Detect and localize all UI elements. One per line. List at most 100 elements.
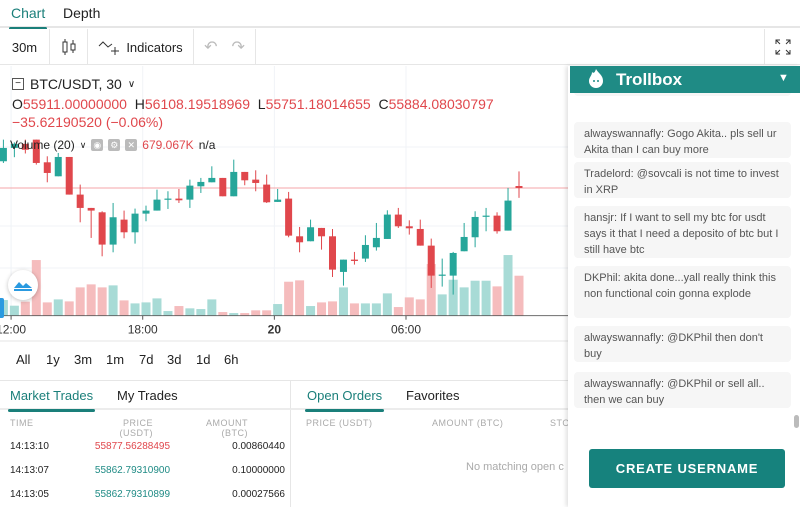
candle-body [515,186,523,188]
redo-icon[interactable]: ↷ [232,37,245,57]
volume-bar [415,299,425,316]
volume-bar [382,293,392,316]
volume-bar [251,310,261,316]
volume-bar [64,301,74,316]
tab-favorites[interactable]: Favorites [406,388,459,403]
trades-tabs: Market Trades My Trades [0,380,290,412]
candle-body [449,252,457,276]
scroll-handle[interactable] [0,298,4,318]
trade-price: 55862.79310900 [94,465,170,476]
candle-body [54,156,62,177]
volume-bar [328,301,337,316]
volume-bar [42,302,52,316]
fullscreen-icon [775,39,790,55]
volume-legend: Volume (20) ∨ ◉ ⚙ ✕ 679.067K n/a [10,138,215,152]
col-order-amount: AMOUNT (BTC) [432,418,504,428]
indicators-icon [98,41,120,55]
candle-body [383,214,391,239]
volume-bar [437,294,447,316]
candle-body [482,215,490,217]
range-1d[interactable]: 1d [196,352,210,367]
eye-icon[interactable]: ◉ [91,139,104,151]
candle-body [153,199,161,211]
volume-bar [360,303,370,316]
candle-body [252,179,260,183]
candle-body [175,198,183,201]
candle-body [318,227,326,237]
candlestick-icon [62,39,75,55]
trade-time: 14:13:05 [10,489,49,500]
range-selector: All 1y 3m 1m 7d 3d 1d 6h [0,350,570,374]
volume-bar [75,287,85,316]
tab-market-trades[interactable]: Market Trades [7,388,96,412]
candle-body [350,259,358,261]
orders-tabs: Open Orders Favorites [290,380,570,412]
candle-body [120,219,128,233]
interval-button[interactable]: 30m [0,29,50,65]
range-All[interactable]: All [16,352,30,367]
volume-ma-value: n/a [198,138,216,152]
volume-bar [152,298,162,316]
volume-bar [393,307,403,316]
create-username-button[interactable]: CREATE USERNAME [589,449,785,488]
volume-bar [97,287,107,316]
fullscreen-button[interactable] [764,29,800,65]
candle-body [241,171,249,181]
volume-bar [53,299,63,316]
candle-body [493,215,501,232]
volume-bar [119,300,129,316]
volume-bar [141,302,151,316]
trollbox-header[interactable]: Trollbox ▼ [570,66,800,93]
tab-open-orders[interactable]: Open Orders [304,388,385,412]
range-3m[interactable]: 3m [74,352,92,367]
candle-body [394,214,402,227]
volume-bar [371,303,381,316]
volume-bar [207,299,217,316]
range-6h[interactable]: 6h [224,352,238,367]
candle-body [339,259,347,272]
range-3d[interactable]: 3d [167,352,181,367]
candle-body [142,210,150,214]
tab-chart[interactable]: Chart [8,5,48,30]
chevron-down-icon[interactable]: ∨ [80,140,87,151]
candle-body [274,199,282,202]
col-price: PRICE (USDT) [119,418,153,438]
range-7d[interactable]: 7d [139,352,153,367]
volume-bar [9,305,19,316]
chevron-down-icon[interactable]: ∨ [128,79,135,90]
candle-body [219,177,227,197]
candle-body [329,236,336,270]
range-1y[interactable]: 1y [46,352,60,367]
volume-bar [108,285,118,316]
trade-price: 55862.79310899 [94,489,170,500]
col-order-price: PRICE (USDT) [306,418,373,428]
tab-my-trades[interactable]: My Trades [117,388,178,403]
volume-bar [349,303,359,316]
close-icon[interactable]: ✕ [125,139,138,151]
indicators-button[interactable]: Indicators [88,29,194,65]
time-tick-label: 20 [268,323,282,337]
candle-body [307,227,315,242]
symbol-label[interactable]: BTC/USDT, 30 [30,76,122,92]
tradingview-logo[interactable] [8,270,38,300]
chat-message: alwayswannafly: @DKPhil then don't buy [574,326,791,362]
volume-label[interactable]: Volume (20) [10,138,75,152]
trollbox-title: Trollbox [616,70,683,89]
undo-icon[interactable]: ↶ [204,37,217,57]
candle-body [131,213,139,233]
trade-time: 14:13:07 [10,465,49,476]
candle-body [197,181,205,187]
collapse-legend-icon[interactable]: − [12,78,24,90]
candle-body [460,236,468,252]
caret-down-icon[interactable]: ▼ [778,72,789,84]
candle-body [164,198,172,200]
tab-depth[interactable]: Depth [63,5,100,21]
chart-type-button[interactable] [50,29,88,65]
chat-message: alwayswannafly: @DKPhil or sell all.. th… [574,372,791,408]
time-axis [0,316,570,342]
volume-bar [470,280,480,316]
gear-icon[interactable]: ⚙ [108,139,121,151]
trollbox-scrollbar[interactable] [794,415,799,428]
chat-message: alwayswannafly: Gogo Akita.. pls sell ur… [574,122,791,158]
range-1m[interactable]: 1m [106,352,124,367]
